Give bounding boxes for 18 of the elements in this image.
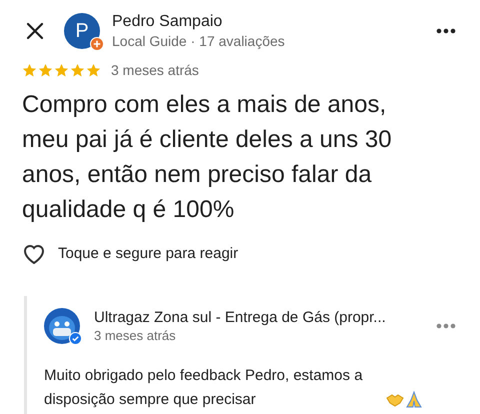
star-icon [86, 63, 101, 78]
review-time: 3 meses atrás [111, 61, 199, 80]
star-icon [22, 63, 37, 78]
review-text: Compro com eles a mais de anos, meu pai já é cliente deles a uns 30 anos, então nem preciso falar da qualidade q é 100% [22, 90, 393, 225]
star-icon [54, 63, 69, 78]
star-icon [38, 63, 53, 78]
owner-avatar-icon [44, 308, 80, 344]
reply-time: 3 meses atrás [94, 326, 177, 344]
avatar: P [64, 13, 100, 49]
close-icon[interactable] [26, 22, 44, 40]
heart-icon[interactable] [22, 243, 46, 266]
reaction-hint[interactable]: Toque e segure para reagir [58, 243, 238, 266]
author-subtitle: Local Guide · 17 avaliações [112, 32, 286, 50]
author-name: Pedro Sampaio [112, 12, 224, 32]
owner-name: Ultragaz Zona sul - Entrega de Gás (propr... [94, 308, 387, 326]
star-icon [70, 63, 85, 78]
more-icon[interactable] [436, 28, 456, 34]
reply-text: Muito obrigado pelo feedback Pedro, estamos a disposição sempre que precisar [44, 366, 364, 410]
